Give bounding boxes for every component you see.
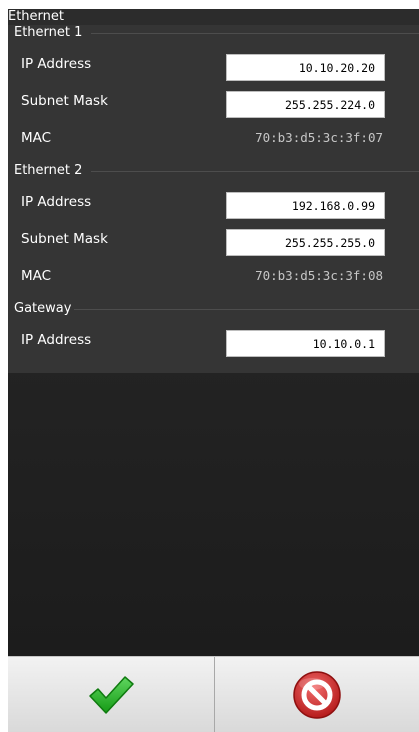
checkmark-icon [89, 675, 134, 714]
ethernet-2-title: Ethernet 2 [14, 163, 83, 178]
section-divider [91, 33, 419, 34]
ethernet-1-ip-label: IP Address [21, 56, 92, 72]
ethernet-2-subnet-input[interactable] [226, 229, 385, 256]
section-divider [91, 171, 419, 172]
gateway-ip-input[interactable] [226, 330, 385, 357]
confirm-button[interactable] [8, 657, 214, 732]
ethernet-1-mac-label: MAC [21, 130, 52, 146]
gateway-section: Gateway IP Address [8, 301, 419, 373]
gateway-ip-label: IP Address [21, 332, 92, 348]
cancel-icon [293, 670, 341, 719]
section-divider [74, 309, 419, 310]
cancel-button[interactable] [215, 657, 419, 732]
ethernet-2-mac-label: MAC [21, 268, 52, 284]
action-bar [8, 656, 419, 732]
ethernet-1-section: Ethernet 1 IP Address Subnet Mask MAC 70… [8, 25, 419, 164]
ethernet-2-ip-input[interactable] [226, 192, 385, 219]
ethernet-1-mac-value: 70:b3:d5:3c:3f:07 [255, 130, 383, 145]
ethernet-settings-panel: Ethernet Ethernet 1 IP Address Subnet Ma… [8, 9, 419, 656]
ethernet-1-subnet-label: Subnet Mask [21, 93, 108, 109]
panel-title: Ethernet [8, 9, 64, 24]
ethernet-2-subnet-label: Subnet Mask [21, 231, 108, 247]
ethernet-1-title: Ethernet 1 [14, 25, 83, 40]
ethernet-2-mac-value: 70:b3:d5:3c:3f:08 [255, 268, 383, 283]
ethernet-1-ip-input[interactable] [226, 54, 385, 81]
gateway-title: Gateway [14, 301, 72, 316]
ethernet-1-subnet-input[interactable] [226, 91, 385, 118]
ethernet-2-ip-label: IP Address [21, 194, 92, 210]
ethernet-2-section: Ethernet 2 IP Address Subnet Mask MAC 70… [8, 163, 419, 301]
